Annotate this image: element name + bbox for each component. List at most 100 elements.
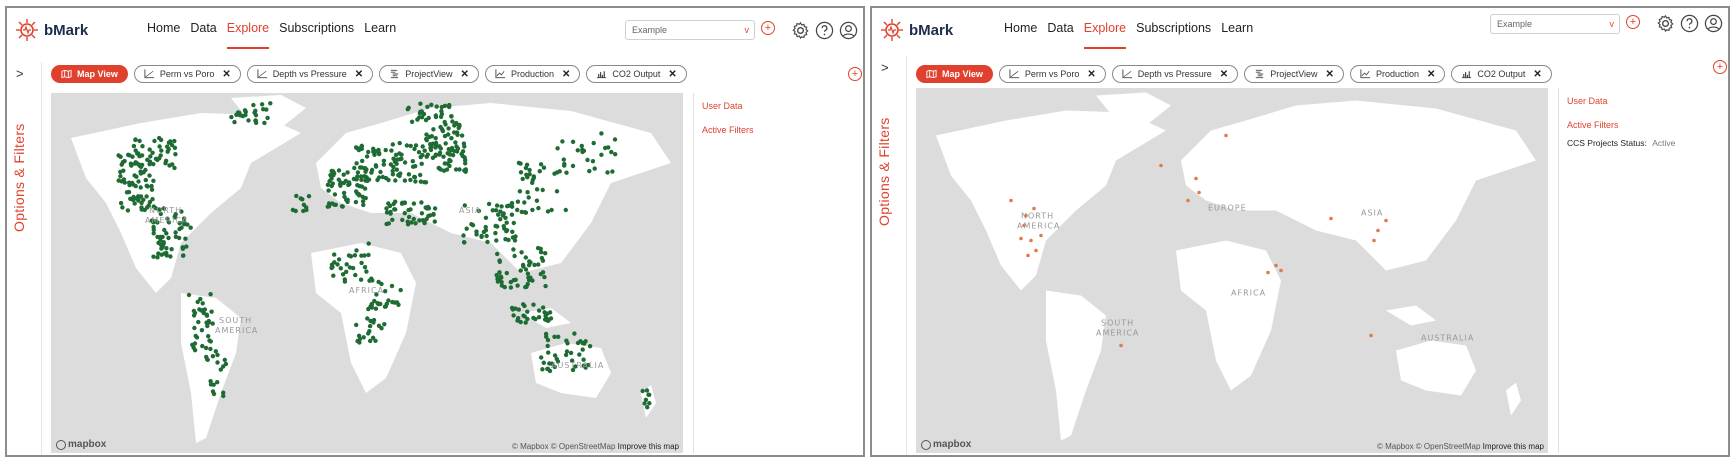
map-data-point[interactable] <box>118 200 124 206</box>
map-data-point[interactable] <box>195 299 200 305</box>
map-data-point[interactable] <box>499 283 505 288</box>
world-map-canvas[interactable]: NORTH AMERICA EUROPE ASIA AFRICA SOUTH A… <box>916 88 1548 453</box>
map-data-point[interactable] <box>152 138 157 144</box>
map-data-point[interactable] <box>449 136 454 141</box>
map-data-point[interactable] <box>519 250 524 255</box>
map-data-point[interactable] <box>332 252 337 257</box>
map-data-point[interactable] <box>215 352 220 358</box>
map-data-point[interactable] <box>479 234 484 239</box>
map-data-point[interactable] <box>570 163 576 169</box>
ccs-project-point[interactable] <box>1266 270 1270 275</box>
map-data-point[interactable] <box>151 254 156 259</box>
map-data-point[interactable] <box>470 223 476 228</box>
map-data-point[interactable] <box>591 140 596 146</box>
close-tab-icon[interactable]: ✕ <box>1326 69 1334 80</box>
map-data-point[interactable] <box>434 143 439 148</box>
map-data-point[interactable] <box>138 185 143 190</box>
map-data-point[interactable] <box>150 150 155 155</box>
map-data-point[interactable] <box>354 161 359 166</box>
map-data-point[interactable] <box>609 149 614 155</box>
map-data-point[interactable] <box>203 345 209 351</box>
map-data-point[interactable] <box>454 121 459 127</box>
map-data-point[interactable] <box>540 258 546 263</box>
map-data-point[interactable] <box>406 172 412 177</box>
map-data-point[interactable] <box>411 201 417 206</box>
map-data-point[interactable] <box>301 202 307 207</box>
ccs-project-point[interactable] <box>1032 206 1036 211</box>
map-data-point[interactable] <box>294 193 299 199</box>
map-data-point[interactable] <box>644 388 650 393</box>
ccs-project-point[interactable] <box>1376 228 1380 233</box>
map-data-point[interactable] <box>347 181 352 187</box>
ccs-project-point[interactable] <box>1274 263 1278 268</box>
ccs-project-point[interactable] <box>1279 268 1283 273</box>
map-data-point[interactable] <box>336 168 342 173</box>
map-data-point[interactable] <box>556 334 561 339</box>
map-data-point[interactable] <box>394 167 399 172</box>
map-data-point[interactable] <box>509 201 515 206</box>
map-data-point[interactable] <box>390 142 395 147</box>
map-data-point[interactable] <box>464 226 469 231</box>
map-data-point[interactable] <box>208 346 213 352</box>
help-icon[interactable] <box>1680 14 1699 33</box>
map-data-point[interactable] <box>196 319 201 325</box>
map-data-point[interactable] <box>156 251 161 256</box>
map-data-point[interactable] <box>583 339 588 344</box>
map-data-point[interactable] <box>395 157 400 162</box>
nav-home[interactable]: Home <box>1004 21 1037 49</box>
map-data-point[interactable] <box>499 204 504 209</box>
map-data-point[interactable] <box>613 152 618 157</box>
map-data-point[interactable] <box>499 275 504 280</box>
map-data-point[interactable] <box>418 172 423 178</box>
map-data-point[interactable] <box>525 190 530 195</box>
map-data-point[interactable] <box>397 173 402 179</box>
map-data-point[interactable] <box>419 200 424 205</box>
map-data-point[interactable] <box>531 175 536 180</box>
map-data-point[interactable] <box>432 219 437 224</box>
ccs-project-point[interactable] <box>1009 198 1013 203</box>
map-data-point[interactable] <box>450 119 455 124</box>
ccs-project-point[interactable] <box>1224 133 1228 138</box>
map-data-point[interactable] <box>526 277 532 283</box>
map-data-point[interactable] <box>461 233 466 238</box>
map-data-point[interactable] <box>132 201 137 206</box>
map-data-point[interactable] <box>453 167 459 172</box>
map-data-point[interactable] <box>172 138 177 144</box>
map-data-point[interactable] <box>418 179 424 184</box>
map-data-point[interactable] <box>561 157 566 162</box>
map-data-point[interactable] <box>504 220 509 225</box>
map-data-point[interactable] <box>536 315 542 320</box>
map-data-point[interactable] <box>575 340 581 346</box>
tab-perm-vs-poro[interactable]: Perm vs Poro ✕ <box>998 65 1106 83</box>
project-search-select[interactable]: Example v <box>1490 14 1620 34</box>
map-data-point[interactable] <box>515 199 521 204</box>
map-data-point[interactable] <box>484 233 489 239</box>
ccs-project-point[interactable] <box>1369 333 1373 338</box>
tab-map-view[interactable]: Map View <box>51 65 128 83</box>
map-data-point[interactable] <box>133 148 138 153</box>
map-data-point[interactable] <box>192 325 197 331</box>
map-data-point[interactable] <box>124 190 130 195</box>
map-data-point[interactable] <box>358 174 364 179</box>
map-data-point[interactable] <box>461 240 467 245</box>
map-data-point[interactable] <box>206 320 211 325</box>
map-data-point[interactable] <box>366 241 371 246</box>
map-data-point[interactable] <box>177 226 182 232</box>
map-data-point[interactable] <box>568 350 574 356</box>
user-data-link[interactable]: User Data <box>1567 96 1728 106</box>
map-data-point[interactable] <box>509 212 515 217</box>
map-data-point[interactable] <box>437 152 442 157</box>
map-data-point[interactable] <box>552 353 558 358</box>
tab-production[interactable]: Production ✕ <box>484 65 581 83</box>
map-data-point[interactable] <box>461 141 467 146</box>
map-data-point[interactable] <box>168 254 173 259</box>
map-data-point[interactable] <box>454 149 460 154</box>
map-data-point[interactable] <box>443 141 448 146</box>
map-data-point[interactable] <box>486 201 492 207</box>
map-data-point[interactable] <box>425 204 431 210</box>
nav-learn[interactable]: Learn <box>1221 21 1253 49</box>
map-data-point[interactable] <box>447 163 452 169</box>
close-tab-icon[interactable]: ✕ <box>1087 69 1095 80</box>
close-tab-icon[interactable]: ✕ <box>1427 69 1435 80</box>
map-data-point[interactable] <box>390 172 396 177</box>
